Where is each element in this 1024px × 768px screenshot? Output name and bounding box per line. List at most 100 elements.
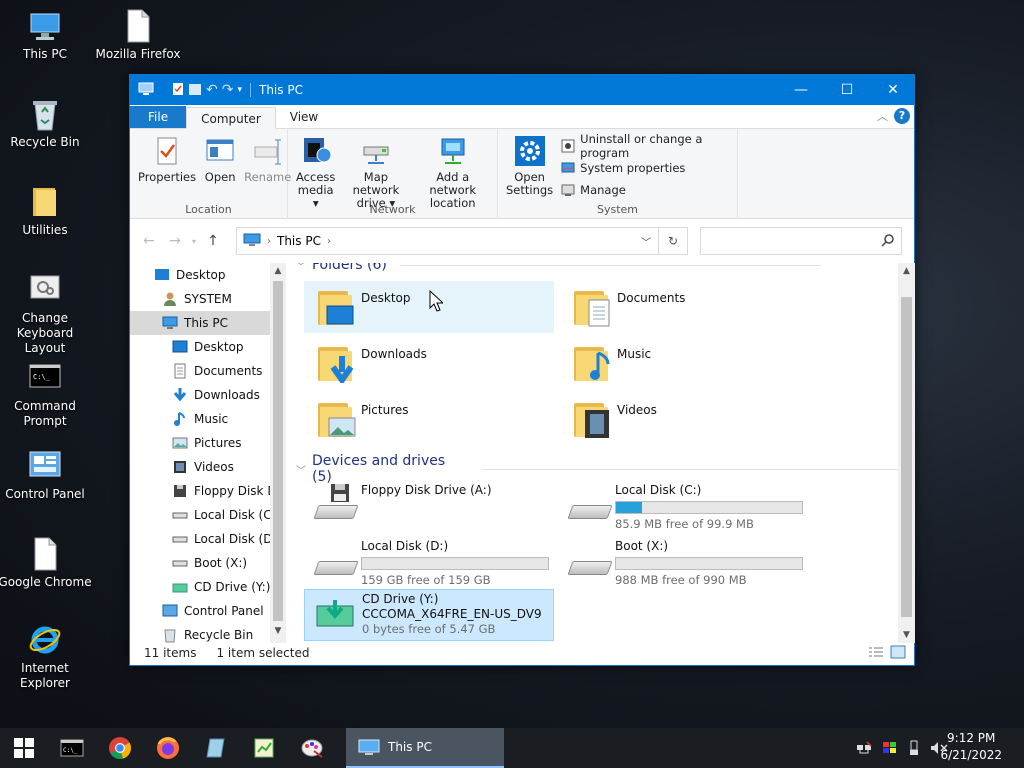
desktop-icon-chrome[interactable]: Google Chrome — [0, 536, 93, 590]
address-dropdown-icon[interactable]: ﹀ — [641, 234, 651, 249]
taskbar-app-blue[interactable] — [192, 728, 240, 768]
search-input[interactable] — [700, 227, 902, 255]
videos-folder-icon — [570, 397, 614, 441]
drive-tile-floppy[interactable]: Floppy Disk Drive (A:) — [304, 481, 554, 533]
desktop-icon-internet-explorer[interactable]: Internet Explorer — [0, 622, 93, 691]
taskbar-firefox[interactable] — [144, 728, 192, 768]
group-header-folders[interactable]: ﹀ Folders (6) — [296, 263, 821, 273]
taskbar-app-chart[interactable] — [240, 728, 288, 768]
mouse-cursor-icon — [429, 290, 443, 312]
undo-icon[interactable]: ↶ — [206, 82, 218, 98]
nav-item-boot-x[interactable]: Boot (X:) — [130, 551, 286, 575]
nav-item-system[interactable]: SYSTEM — [130, 287, 286, 311]
desktop-icon-control-panel[interactable]: Control Panel — [0, 448, 93, 502]
nav-item-this-pc[interactable]: This PC — [130, 311, 286, 335]
desktop-icon-label: Recycle Bin — [10, 135, 80, 149]
network-drive-icon — [360, 135, 392, 167]
nav-item-control-panel[interactable]: Control Panel — [130, 599, 286, 623]
desktop-icon-this-pc[interactable]: This PC — [0, 8, 93, 62]
taskbar: C:\_ This PC 9:12 PM 6/21/2022 — [0, 728, 1024, 768]
drive-tile-cd-drive[interactable]: CD Drive (Y:) CCCOMA_X64FRE_EN-US_DV9 0 … — [304, 589, 554, 641]
recent-locations-icon[interactable]: ▾ — [188, 237, 200, 246]
close-button[interactable]: ✕ — [870, 75, 916, 105]
drive-usage-bar — [615, 557, 803, 570]
drive-tile-boot-x[interactable]: Boot (X:) 988 MB free of 990 MB — [558, 537, 808, 589]
manage-button[interactable]: Manage — [561, 179, 733, 201]
scroll-thumb[interactable] — [273, 281, 283, 621]
nav-item-local-disk-d[interactable]: Local Disk (D:) — [130, 527, 286, 551]
system-properties-button[interactable]: System properties — [561, 157, 733, 179]
desktop-icon-label: Google Chrome — [0, 575, 92, 589]
nav-item-pictures[interactable]: Pictures — [130, 431, 286, 455]
desktop-icon-recycle-bin[interactable]: Recycle Bin — [0, 96, 93, 150]
nav-item-music[interactable]: Music — [130, 407, 286, 431]
taskbar-chrome[interactable] — [96, 728, 144, 768]
properties-quick-icon[interactable] — [172, 82, 184, 99]
usb-icon[interactable] — [908, 740, 920, 759]
forward-icon[interactable]: → — [162, 233, 188, 249]
drive-free-space: 85.9 MB free of 99.9 MB — [615, 517, 754, 531]
breadcrumb-this-pc[interactable]: This PC — [277, 234, 321, 248]
nav-item-cd-drive[interactable]: CD Drive (Y:) C — [130, 575, 286, 599]
nav-item-downloads[interactable]: Downloads — [130, 383, 286, 407]
keyboard-settings-icon — [27, 272, 63, 308]
nav-item-local-disk-c[interactable]: Local Disk (C:) — [130, 503, 286, 527]
folder-tile-documents[interactable]: Documents — [560, 281, 810, 333]
refresh-button[interactable]: ↻ — [658, 227, 688, 255]
nav-item-desktop[interactable]: Desktop — [130, 263, 286, 287]
drive-free-space: 159 GB free of 159 GB — [361, 573, 491, 587]
minimize-ribbon-icon[interactable]: ︿ — [877, 108, 888, 124]
folder-tile-videos[interactable]: Videos — [560, 393, 810, 445]
help-icon[interactable]: ? — [894, 108, 910, 124]
content-scrollbar[interactable]: ▲ ▼ — [898, 263, 915, 643]
scroll-thumb[interactable] — [901, 297, 912, 617]
uninstall-program-button[interactable]: Uninstall or change a program — [561, 132, 733, 160]
taskbar-explorer-this-pc[interactable]: This PC — [346, 728, 504, 768]
tab-file[interactable]: File — [130, 106, 187, 128]
taskbar-command-prompt[interactable]: C:\_ — [48, 728, 96, 768]
desktop-icon-command-prompt[interactable]: C:\_ Command Prompt — [0, 360, 93, 429]
nav-item-desktop-sub[interactable]: Desktop — [130, 335, 286, 359]
scroll-down-icon[interactable]: ▼ — [270, 623, 286, 639]
clock[interactable]: 9:12 PM 6/21/2022 — [940, 730, 1002, 764]
desktop-icon-utilities[interactable]: Utilities — [0, 184, 93, 238]
taskbar-app-paint[interactable] — [288, 728, 336, 768]
display-icon[interactable] — [882, 741, 898, 758]
folder-tile-pictures[interactable]: Pictures — [304, 393, 554, 445]
tab-view[interactable]: View — [276, 106, 332, 128]
title-bar[interactable]: ↶ ↷ ▾ This PC — ☐ ✕ — [130, 75, 914, 105]
tab-computer[interactable]: Computer — [186, 107, 276, 129]
up-icon[interactable]: ↑ — [200, 233, 226, 249]
hard-drive-icon — [562, 537, 613, 585]
redo-icon[interactable]: ↷ — [222, 82, 234, 98]
search-icon — [881, 233, 895, 250]
drive-tile-local-disk-c[interactable]: Local Disk (C:) 85.9 MB free of 99.9 MB — [558, 481, 808, 533]
nav-pane-scrollbar[interactable]: ▲ ▼ — [270, 263, 286, 643]
scroll-up-icon[interactable]: ▲ — [270, 263, 286, 279]
nav-item-recycle-bin[interactable]: Recycle Bin — [130, 623, 286, 643]
folder-tile-music[interactable]: Music — [560, 337, 810, 389]
nav-item-floppy[interactable]: Floppy Disk Dri — [130, 479, 286, 503]
nav-item-videos[interactable]: Videos — [130, 455, 286, 479]
details-view-icon[interactable] — [868, 646, 884, 661]
group-label: Location — [185, 203, 232, 216]
back-icon[interactable]: ← — [136, 233, 162, 249]
documents-folder-icon — [570, 285, 614, 329]
desktop-icon-change-keyboard[interactable]: Change Keyboard Layout — [0, 272, 93, 356]
hard-drive-icon — [172, 555, 188, 571]
drive-free-space: 988 MB free of 990 MB — [615, 573, 747, 587]
minimize-button[interactable]: — — [778, 75, 824, 105]
collapse-chevron-icon: ﹀ — [296, 465, 306, 477]
start-button[interactable] — [0, 728, 48, 768]
address-box[interactable]: › This PC › ﹀ — [236, 227, 688, 255]
desktop-icon-firefox[interactable]: Mozilla Firefox — [90, 8, 186, 62]
new-folder-quick-icon[interactable] — [188, 82, 202, 99]
maximize-button[interactable]: ☐ — [824, 75, 870, 105]
scroll-up-icon[interactable]: ▲ — [898, 263, 915, 279]
large-icons-view-icon[interactable] — [890, 645, 906, 662]
network-icon[interactable] — [856, 741, 872, 758]
drive-tile-local-disk-d[interactable]: Local Disk (D:) 159 GB free of 159 GB — [304, 537, 554, 589]
customize-toolbar-icon[interactable]: ▾ — [237, 85, 242, 95]
folder-tile-downloads[interactable]: Downloads — [304, 337, 554, 389]
nav-item-documents[interactable]: Documents — [130, 359, 286, 383]
